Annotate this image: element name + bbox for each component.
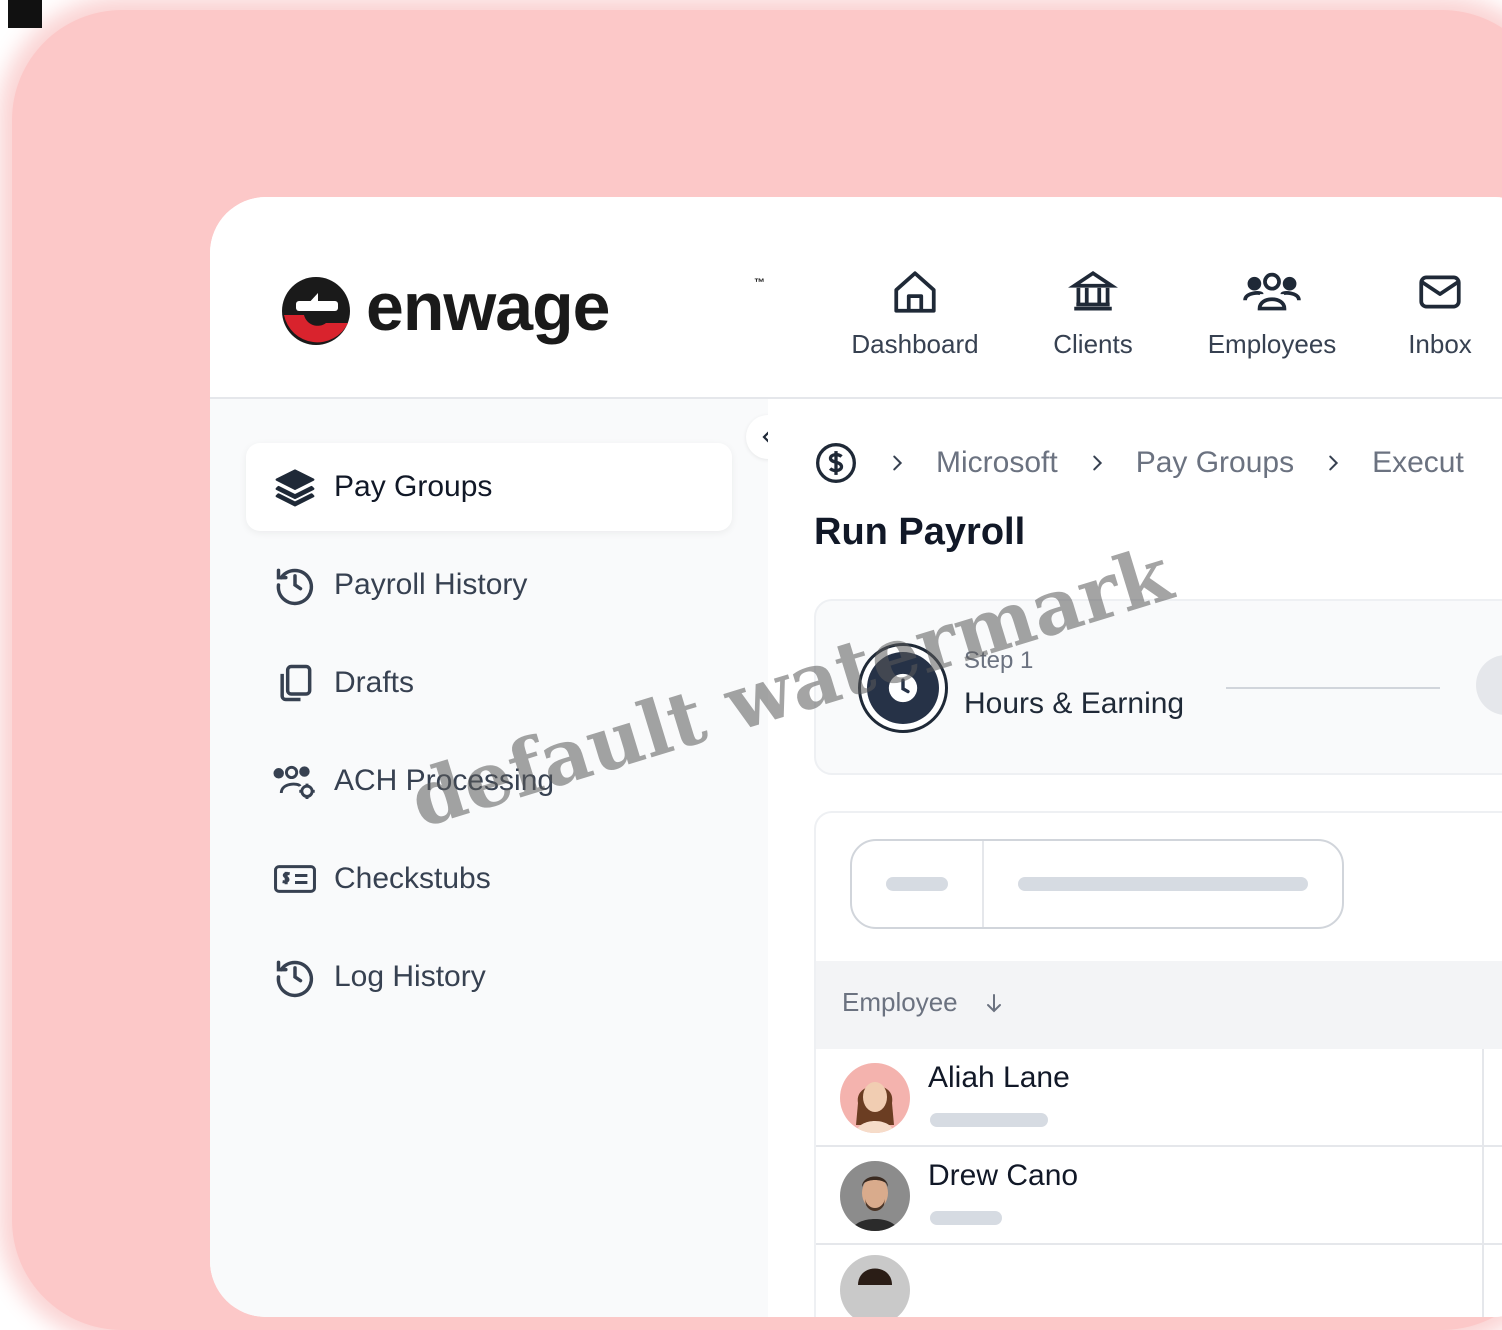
employee-table: Employee Aliah Lane Drew Cano (814, 811, 1502, 1317)
trademark-symbol: ™ (754, 277, 765, 289)
sidebar-item-drafts[interactable]: Drafts (246, 639, 732, 727)
nav-dashboard-label: Dashboard (851, 329, 979, 359)
corner-mark (8, 0, 42, 28)
sidebar-item-ach-processing[interactable]: ACH Processing (246, 737, 732, 825)
clock-icon (888, 673, 918, 703)
app-window: enwage ™ Dashboard Clients Employees Inb… (210, 197, 1502, 1317)
table-header: Employee (816, 961, 1502, 1049)
sidebar: Pay Groups Payroll History Drafts ACH Pr… (210, 399, 768, 1317)
dollar-circle-icon (816, 443, 856, 483)
nav-inbox[interactable]: Inbox (1365, 267, 1502, 360)
breadcrumb-item[interactable]: Execut (1372, 446, 1464, 480)
sidebar-item-pay-groups[interactable]: Pay Groups (246, 443, 732, 531)
nav-employees[interactable]: Employees (1197, 267, 1347, 360)
nav-clients[interactable]: Clients (1018, 267, 1168, 360)
step-name: Hours & Earning (964, 687, 1185, 720)
sidebar-item-log-history[interactable]: Log History (246, 933, 732, 1021)
home-icon (894, 271, 936, 313)
sidebar-item-checkstubs[interactable]: Checkstubs (246, 835, 732, 923)
chevron-right-icon (886, 452, 908, 474)
users-icon (1243, 272, 1301, 311)
sidebar-item-label: Drafts (334, 666, 415, 699)
placeholder-bar (930, 1113, 1048, 1127)
sidebar-item-label: Checkstubs (334, 862, 491, 895)
check-stub-icon (270, 854, 320, 904)
employee-name: Drew Cano (928, 1159, 1079, 1192)
nav-inbox-label: Inbox (1408, 329, 1472, 359)
breadcrumb-item[interactable]: Pay Groups (1136, 446, 1294, 480)
page-title: Run Payroll (814, 511, 1026, 553)
breadcrumb: Microsoft Pay Groups Execut (814, 441, 1464, 485)
chevron-right-icon (1086, 452, 1108, 474)
step-number: Step 1 (964, 647, 1034, 674)
chevron-right-icon (1322, 452, 1344, 474)
nav-dashboard[interactable]: Dashboard (840, 267, 990, 360)
nav-employees-label: Employees (1207, 329, 1337, 359)
logo-mark-icon (282, 277, 350, 345)
next-step-indicator[interactable] (1476, 655, 1502, 715)
placeholder-bar (1018, 877, 1308, 891)
avatar (840, 1063, 910, 1133)
history-icon (270, 952, 320, 1002)
step-connector (1226, 687, 1440, 689)
table-row[interactable]: Aliah Lane (816, 1049, 1502, 1147)
filter-field[interactable] (850, 839, 1344, 929)
step-indicator[interactable] (858, 643, 948, 733)
main-content: Microsoft Pay Groups Execut Run Payroll (768, 399, 1502, 1317)
sidebar-item-label: ACH Processing (334, 764, 555, 797)
arrow-down-icon[interactable] (982, 991, 1006, 1015)
divider (982, 841, 984, 927)
column-header-label: Employee (842, 987, 958, 1017)
users-gear-icon (270, 756, 320, 806)
column-divider (1482, 1049, 1484, 1317)
avatar (840, 1255, 910, 1317)
sidebar-item-label: Pay Groups (334, 470, 493, 503)
sidebar-item-payroll-history[interactable]: Payroll History (246, 541, 732, 629)
avatar (840, 1161, 910, 1231)
sidebar-item-label: Log History (334, 960, 486, 993)
layers-icon (270, 462, 320, 512)
history-icon (270, 560, 320, 610)
employee-name: Aliah Lane (928, 1061, 1070, 1094)
enwage-logo: enwage ™ (278, 269, 765, 351)
placeholder-bar (930, 1211, 1002, 1225)
sidebar-item-label: Payroll History (334, 568, 528, 601)
breadcrumb-item[interactable]: Microsoft (936, 446, 1058, 480)
mail-icon (1419, 275, 1461, 309)
nav-clients-label: Clients (1053, 329, 1133, 359)
bank-icon (1068, 270, 1118, 311)
header: enwage ™ Dashboard Clients Employees Inb… (210, 197, 1502, 399)
placeholder-bar (886, 877, 948, 891)
copy-icon (270, 658, 320, 708)
payroll-stepper: Step 1 Hours & Earning (814, 599, 1502, 775)
table-row[interactable]: Drew Cano (816, 1147, 1502, 1245)
table-row[interactable] (816, 1245, 1502, 1317)
brand-name: enwage (366, 269, 610, 345)
column-header-employee[interactable]: Employee (842, 987, 1006, 1018)
